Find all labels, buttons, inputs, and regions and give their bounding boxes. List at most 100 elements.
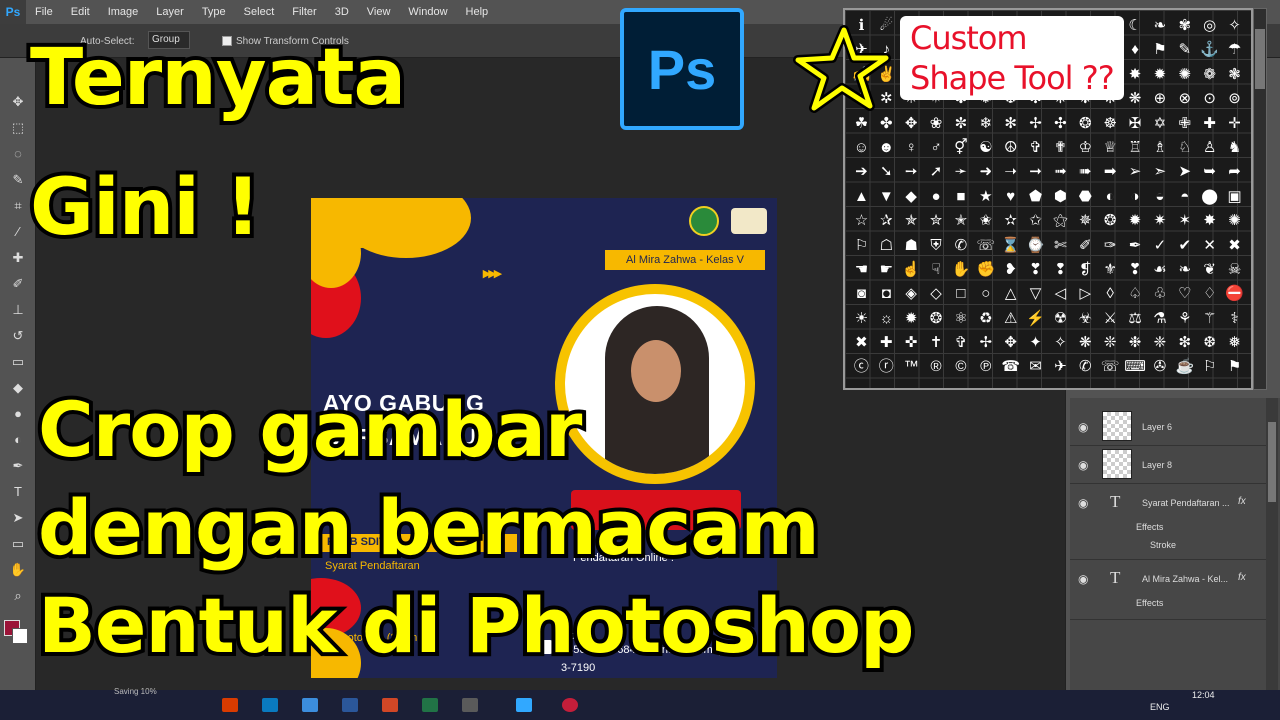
shape-swatch[interactable]: ♥ [998, 185, 1023, 209]
shape-swatch[interactable]: © [949, 355, 974, 379]
shape-swatch[interactable]: ➣ [1148, 160, 1173, 184]
shape-picker-scrollbar[interactable] [1253, 8, 1267, 390]
shape-tool-icon[interactable]: ▭ [8, 534, 28, 554]
shape-swatch[interactable]: ✚ [874, 331, 899, 355]
taskbar-app-icon[interactable] [462, 698, 478, 712]
shape-swatch[interactable]: ⚑ [1148, 38, 1173, 62]
shape-swatch[interactable]: ✦ [1023, 331, 1048, 355]
pen-tool-icon[interactable]: ✒ [8, 456, 28, 476]
shape-swatch[interactable]: ❃ [1222, 63, 1247, 87]
shape-swatch[interactable]: ✠ [1123, 112, 1148, 136]
shape-swatch[interactable]: ▼ [874, 185, 899, 209]
shape-swatch[interactable]: ✞ [949, 331, 974, 355]
visibility-eye-icon[interactable]: ◉ [1078, 496, 1088, 510]
shape-swatch[interactable]: ❋ [1073, 331, 1098, 355]
shape-swatch[interactable]: ☠ [1222, 258, 1247, 282]
shape-swatch[interactable]: ® [924, 355, 949, 379]
shape-swatch[interactable]: ♖ [1123, 136, 1148, 160]
shape-swatch[interactable]: ➥ [1197, 160, 1222, 184]
shape-swatch[interactable]: ❀ [924, 112, 949, 136]
shape-swatch[interactable]: ⚖ [1123, 307, 1148, 331]
stamp-tool-icon[interactable]: ⊥ [8, 300, 28, 320]
shape-swatch[interactable]: ⊙ [1197, 87, 1222, 111]
taskbar-app-icon[interactable] [562, 698, 578, 712]
shape-swatch[interactable]: ♗ [1148, 136, 1173, 160]
shape-swatch[interactable]: ✧ [1222, 14, 1247, 38]
shape-swatch[interactable]: ✯ [899, 209, 924, 233]
shape-swatch[interactable]: ✹ [899, 307, 924, 331]
shape-swatch[interactable]: ➟ [1048, 160, 1073, 184]
shape-swatch[interactable]: ☚ [849, 258, 874, 282]
shape-swatch[interactable]: ☏ [1098, 355, 1123, 379]
shape-swatch[interactable]: ❢ [1048, 258, 1073, 282]
shape-swatch[interactable]: ❧ [1172, 258, 1197, 282]
shape-swatch[interactable]: ➝ [998, 160, 1023, 184]
shape-swatch[interactable]: ⚠ [998, 307, 1023, 331]
fx-icon[interactable]: fx [1238, 496, 1246, 507]
shape-swatch[interactable]: ⬟ [1023, 185, 1048, 209]
shape-swatch[interactable]: ⌚ [1023, 234, 1048, 258]
shape-swatch[interactable]: ❈ [1148, 331, 1173, 355]
shape-swatch[interactable]: ▲ [849, 185, 874, 209]
shape-swatch[interactable]: ◙ [849, 282, 874, 306]
shape-swatch[interactable]: ☺ [849, 136, 874, 160]
shape-swatch[interactable]: ⌛ [998, 234, 1023, 258]
shape-swatch[interactable]: ◐ [1098, 185, 1123, 209]
shape-swatch[interactable]: ☢ [1048, 307, 1073, 331]
shape-swatch[interactable]: ⓒ [849, 355, 874, 379]
menu-image[interactable]: Image [99, 6, 148, 18]
shape-swatch[interactable]: ➡ [1098, 160, 1123, 184]
shape-swatch[interactable]: ✡ [1148, 112, 1173, 136]
shape-swatch[interactable]: ✶ [1172, 209, 1197, 233]
shape-swatch[interactable]: ▽ [1023, 282, 1048, 306]
shape-swatch[interactable]: ℗ [973, 355, 998, 379]
shape-swatch[interactable]: ✄ [1048, 234, 1073, 258]
hand-tool-icon[interactable]: ✋ [8, 560, 28, 580]
shape-swatch[interactable]: ✉ [1023, 355, 1048, 379]
shape-swatch[interactable]: ☻ [874, 136, 899, 160]
menu-filter[interactable]: Filter [283, 6, 325, 18]
shape-swatch[interactable]: ❥ [998, 258, 1023, 282]
shape-swatch[interactable]: ☂ [1222, 38, 1247, 62]
shape-swatch[interactable]: ✇ [1148, 355, 1173, 379]
shape-swatch[interactable]: ❅ [1222, 331, 1247, 355]
shape-swatch[interactable]: ➛ [949, 160, 974, 184]
shape-swatch[interactable]: ➙ [899, 160, 924, 184]
shape-swatch[interactable]: ⬢ [1048, 185, 1073, 209]
menu-edit[interactable]: Edit [62, 6, 99, 18]
shape-swatch[interactable]: ⚛ [949, 307, 974, 331]
shape-swatch[interactable]: ♀ [899, 136, 924, 160]
shape-swatch[interactable]: ❂ [924, 307, 949, 331]
shape-swatch[interactable]: ♢ [1197, 282, 1222, 306]
shape-swatch[interactable]: ☣ [1073, 307, 1098, 331]
shape-swatch[interactable]: ✩ [1023, 209, 1048, 233]
shape-swatch[interactable]: ■ [949, 185, 974, 209]
healing-tool-icon[interactable]: ✚ [8, 248, 28, 268]
shape-swatch[interactable]: ❦ [1197, 258, 1222, 282]
visibility-eye-icon[interactable]: ◉ [1078, 420, 1088, 434]
shape-swatch[interactable]: ✹ [1148, 63, 1173, 87]
shape-swatch[interactable]: ☯ [973, 136, 998, 160]
shape-swatch[interactable]: ✺ [1172, 63, 1197, 87]
shape-swatch[interactable]: ♻ [973, 307, 998, 331]
layer-row[interactable]: ◉ T Syarat Pendaftaran ... fx Effects St… [1070, 484, 1266, 560]
shape-swatch[interactable]: ♡ [1172, 282, 1197, 306]
marquee-tool-icon[interactable]: ⬚ [8, 118, 28, 138]
zoom-tool-icon[interactable]: ⌕ [8, 586, 28, 606]
shape-swatch[interactable]: ✆ [1073, 355, 1098, 379]
shape-swatch[interactable]: ⚘ [1172, 307, 1197, 331]
taskbar-powerpoint-icon[interactable] [382, 698, 398, 712]
shape-swatch[interactable]: ➤ [1172, 160, 1197, 184]
shape-swatch[interactable]: ✈ [1048, 355, 1073, 379]
shape-swatch[interactable]: ➜ [973, 160, 998, 184]
path-select-tool-icon[interactable]: ➤ [8, 508, 28, 528]
shape-swatch[interactable]: ☟ [924, 258, 949, 282]
shape-swatch[interactable]: ◈ [899, 282, 924, 306]
shape-swatch[interactable]: ☕ [1172, 355, 1197, 379]
shape-swatch[interactable]: ☙ [1148, 258, 1173, 282]
shape-swatch[interactable]: ☏ [973, 234, 998, 258]
shape-swatch[interactable]: ✙ [1172, 112, 1197, 136]
shape-swatch[interactable]: ⚔ [1098, 307, 1123, 331]
shape-swatch[interactable]: ◎ [1197, 14, 1222, 38]
shape-swatch[interactable]: ◇ [924, 282, 949, 306]
